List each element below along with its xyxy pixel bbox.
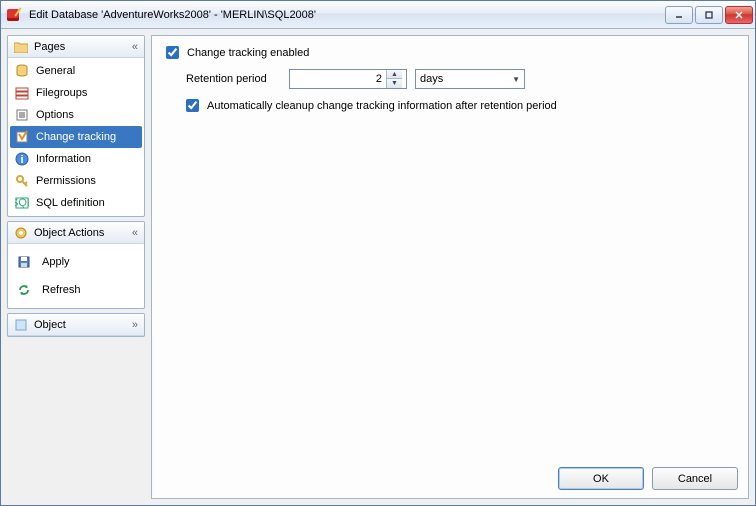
object-panel: Object » — [7, 313, 145, 337]
chevron-down-icon: » — [132, 319, 138, 331]
pages-header-label: Pages — [34, 41, 65, 53]
object-header[interactable]: Object » — [8, 314, 144, 336]
nav-label: SQL definition — [36, 197, 105, 209]
sidebar-item-change-tracking[interactable]: Change tracking — [10, 126, 142, 148]
retention-value-field[interactable]: ▲ ▼ — [289, 69, 407, 89]
refresh-icon — [16, 282, 32, 298]
retention-value-input[interactable] — [290, 70, 386, 88]
cancel-button[interactable]: Cancel — [652, 467, 738, 490]
window-buttons — [665, 6, 753, 24]
actions-header-label: Object Actions — [34, 227, 104, 239]
action-label: Refresh — [42, 284, 81, 296]
retention-unit-select[interactable]: days ▼ — [415, 69, 525, 89]
sidebar-item-general[interactable]: General — [10, 60, 142, 82]
body: Pages « General Filegroups Options — [1, 29, 755, 505]
refresh-action[interactable]: Refresh — [8, 276, 144, 304]
svg-text:SQL: SQL — [15, 197, 29, 209]
spin-up[interactable]: ▲ — [387, 70, 402, 79]
nav-label: Information — [36, 153, 91, 165]
object-header-label: Object — [34, 319, 66, 331]
svg-text:i: i — [20, 154, 23, 166]
options-icon — [14, 107, 30, 123]
database-icon — [14, 63, 30, 79]
actions-header[interactable]: Object Actions « — [8, 222, 144, 244]
sidebar: Pages « General Filegroups Options — [7, 35, 145, 499]
action-label: Apply — [42, 256, 70, 268]
filegroups-icon — [14, 85, 30, 101]
nav-label: General — [36, 65, 75, 77]
actions-panel: Object Actions « Apply Refresh — [7, 221, 145, 309]
info-icon: i — [14, 151, 30, 167]
enable-tracking-label[interactable]: Change tracking enabled — [187, 47, 309, 59]
sidebar-item-options[interactable]: Options — [10, 104, 142, 126]
gear-icon — [14, 226, 28, 240]
nav-label: Permissions — [36, 175, 96, 187]
actions-list: Apply Refresh — [8, 244, 144, 308]
chevron-up-icon: « — [132, 41, 138, 53]
retention-label: Retention period — [186, 73, 281, 85]
app-icon — [7, 7, 23, 23]
object-icon — [14, 318, 28, 332]
window-title: Edit Database 'AdventureWorks2008' - 'ME… — [29, 9, 316, 21]
pages-panel: Pages « General Filegroups Options — [7, 35, 145, 217]
change-tracking-icon — [14, 129, 30, 145]
enable-tracking-checkbox[interactable] — [166, 46, 179, 59]
sql-icon: SQL — [14, 195, 30, 211]
chevron-up-icon: « — [132, 227, 138, 239]
retention-row: Retention period ▲ ▼ days ▼ — [166, 69, 734, 89]
spin-down[interactable]: ▼ — [387, 79, 402, 88]
spinner: ▲ ▼ — [386, 70, 402, 88]
chevron-down-icon: ▼ — [512, 75, 520, 84]
titlebar: Edit Database 'AdventureWorks2008' - 'ME… — [1, 1, 755, 29]
folder-icon — [14, 40, 28, 54]
pages-list: General Filegroups Options Change tracki… — [8, 58, 144, 216]
footer-buttons: OK Cancel — [558, 467, 738, 490]
nav-label: Filegroups — [36, 87, 87, 99]
sidebar-item-filegroups[interactable]: Filegroups — [10, 82, 142, 104]
nav-label: Change tracking — [36, 131, 116, 143]
auto-cleanup-checkbox[interactable] — [186, 99, 199, 112]
auto-cleanup-row: Automatically cleanup change tracking in… — [166, 99, 734, 112]
auto-cleanup-label[interactable]: Automatically cleanup change tracking in… — [207, 100, 557, 112]
apply-action[interactable]: Apply — [8, 248, 144, 276]
key-icon — [14, 173, 30, 189]
ok-button[interactable]: OK — [558, 467, 644, 490]
pages-header[interactable]: Pages « — [8, 36, 144, 58]
maximize-button[interactable] — [695, 6, 723, 24]
window: Edit Database 'AdventureWorks2008' - 'ME… — [0, 0, 756, 506]
minimize-button[interactable] — [665, 6, 693, 24]
nav-label: Options — [36, 109, 74, 121]
close-button[interactable] — [725, 6, 753, 24]
sidebar-item-sql-definition[interactable]: SQL SQL definition — [10, 192, 142, 214]
sidebar-item-information[interactable]: i Information — [10, 148, 142, 170]
enable-row: Change tracking enabled — [166, 46, 734, 59]
save-icon — [16, 254, 32, 270]
sidebar-item-permissions[interactable]: Permissions — [10, 170, 142, 192]
retention-unit-value: days — [420, 73, 443, 85]
content-pane: Change tracking enabled Retention period… — [151, 35, 749, 499]
